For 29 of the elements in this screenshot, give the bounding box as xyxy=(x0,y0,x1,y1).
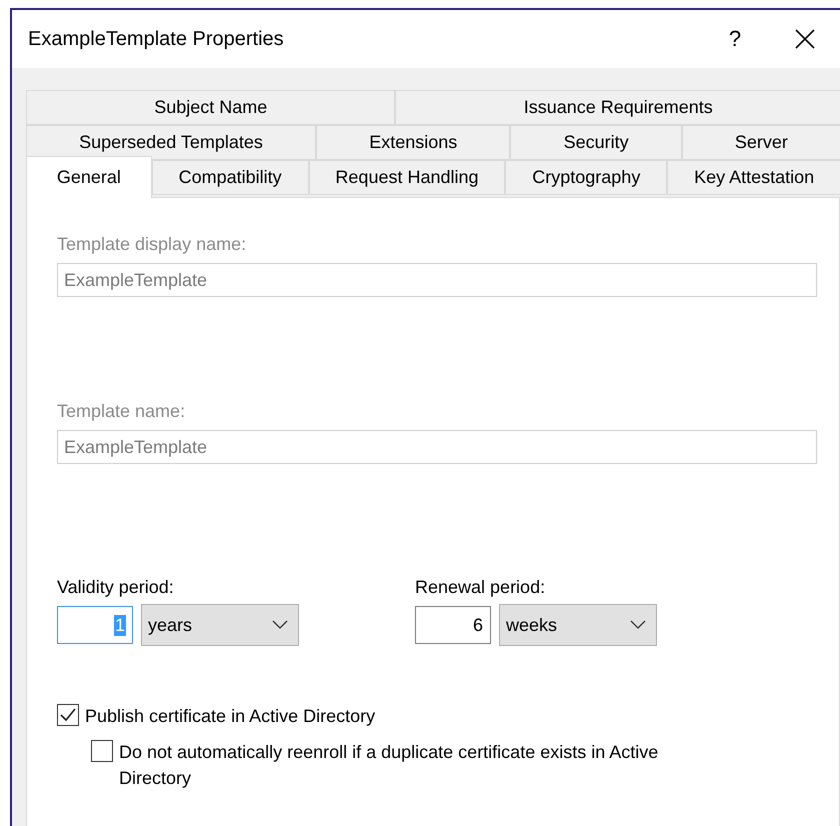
tab[interactable]: Compatibility xyxy=(152,160,309,195)
help-button[interactable]: ? xyxy=(700,10,770,68)
tab[interactable]: General xyxy=(26,156,152,198)
tab[interactable]: Security xyxy=(510,125,682,160)
checkbox-row[interactable]: Do not automatically reenroll if a duplicate certificate exists in Active Directory xyxy=(57,739,817,791)
tab[interactable]: Extensions xyxy=(316,125,510,160)
checkbox[interactable] xyxy=(91,740,113,762)
tab[interactable]: Server xyxy=(682,125,840,160)
tab[interactable]: Subject Name xyxy=(26,90,396,125)
period-label: Renewal period: xyxy=(415,577,546,598)
checkbox[interactable] xyxy=(57,704,79,726)
close-icon xyxy=(794,28,816,50)
tab[interactable]: Cryptography xyxy=(505,160,668,195)
tab[interactable]: Superseded Templates xyxy=(26,125,316,160)
window-title: ExampleTemplate Properties xyxy=(28,28,285,50)
tab[interactable]: Key Attestation xyxy=(667,160,840,195)
tab[interactable]: Issuance Requirements xyxy=(395,90,840,125)
tab[interactable]: Request Handling xyxy=(308,160,506,195)
checkbox-label: Publish certificate in Active Directory xyxy=(85,705,376,728)
checkbox-row[interactable]: Publish certificate in Active Directory xyxy=(57,703,817,729)
chevron-down-icon xyxy=(272,620,288,630)
checkbox-label: Do not automatically reenroll if a duplicate certificate exists in Active Directory xyxy=(119,741,660,790)
period-label: Validity period: xyxy=(57,577,175,598)
unit-dropdown[interactable]: years xyxy=(141,604,299,646)
number-field[interactable]: 6 xyxy=(415,606,491,644)
unit-dropdown[interactable]: weeks xyxy=(499,604,657,646)
chevron-down-icon xyxy=(630,620,646,630)
field-label: Template name: xyxy=(57,401,186,422)
field-label: Template display name: xyxy=(57,234,248,255)
